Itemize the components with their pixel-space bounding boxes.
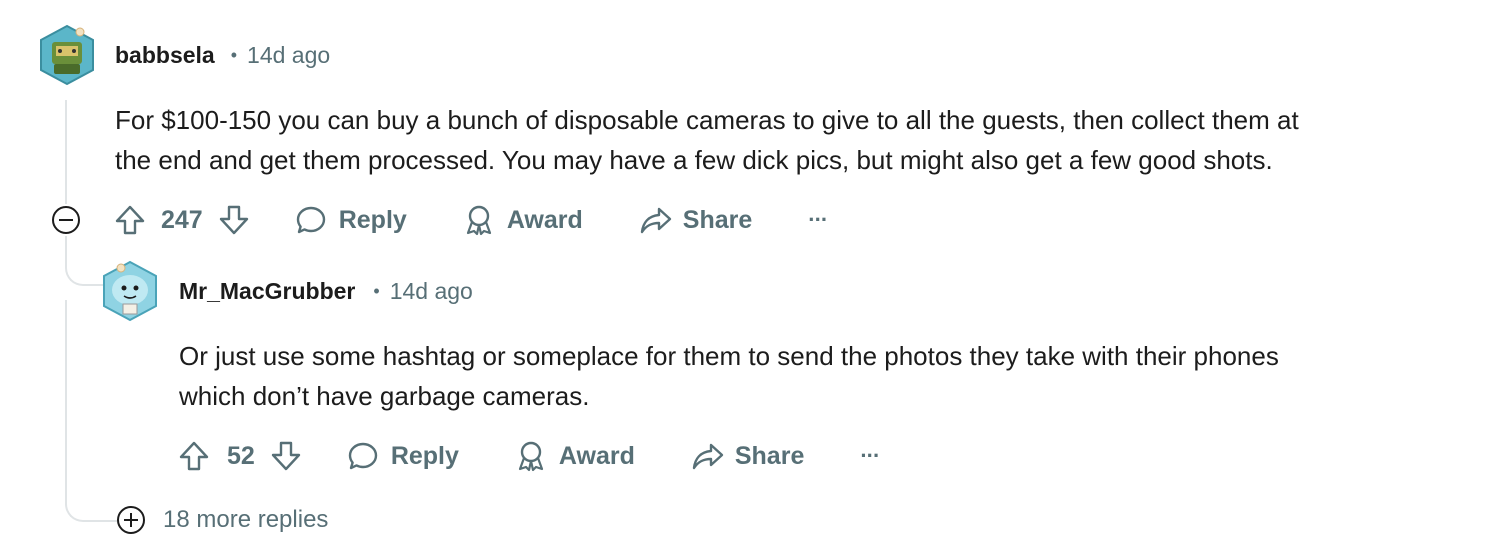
meta-separator: • <box>230 45 238 65</box>
comment-action-bar: 247 Reply Award Share ··· <box>113 198 828 242</box>
comment-body-line: the end and get them processed. You may … <box>115 145 1273 175</box>
comment-timestamp[interactable]: 14d ago <box>390 278 473 305</box>
reply-button[interactable]: Reply <box>347 440 459 472</box>
award-button[interactable]: Award <box>515 439 635 473</box>
thread-line-main <box>65 100 67 204</box>
more-options-button[interactable]: ··· <box>808 207 828 233</box>
downvote-icon <box>219 205 248 235</box>
thread-connector-more <box>65 300 117 522</box>
avatar-babbsela[interactable] <box>38 24 96 86</box>
share-button[interactable]: Share <box>691 440 804 472</box>
chat-bubble-icon <box>348 442 378 470</box>
thread-connector-reply <box>65 254 103 286</box>
reply-label: Reply <box>390 441 459 470</box>
downvote-icon <box>271 441 301 471</box>
downvote-button[interactable] <box>217 203 251 237</box>
award-label: Award <box>558 441 635 470</box>
more-replies-link[interactable]: 18 more replies <box>117 506 328 534</box>
comment-body-line: which don’t have garbage cameras. <box>179 381 590 411</box>
comment-body-line: Or just use some hashtag or someplace fo… <box>179 341 1279 371</box>
share-label: Share <box>682 205 753 234</box>
comment-body: Or just use some hashtag or someplace fo… <box>179 336 1469 416</box>
minus-icon <box>59 219 73 221</box>
reply-button[interactable]: Reply <box>295 204 407 236</box>
plus-icon <box>124 513 138 527</box>
thread-line-main-lower <box>65 236 67 254</box>
avatar-mr-macgrubber[interactable] <box>101 260 159 322</box>
vote-score: 52 <box>227 441 255 470</box>
upvote-icon <box>115 205 145 235</box>
award-button[interactable]: Award <box>463 203 583 237</box>
meta-separator: • <box>373 281 380 301</box>
comment-author[interactable]: babbsela <box>115 42 215 69</box>
more-replies-label[interactable]: 18 more replies <box>163 506 328 534</box>
more-options-button[interactable]: ··· <box>860 443 880 469</box>
upvote-button[interactable] <box>177 439 211 473</box>
reply-label: Reply <box>338 205 407 234</box>
upvote-icon <box>179 441 209 471</box>
downvote-button[interactable] <box>269 439 303 473</box>
expand-replies-button[interactable] <box>117 506 145 534</box>
share-icon <box>692 443 724 470</box>
share-label: Share <box>734 441 805 470</box>
vote-score: 247 <box>161 205 203 234</box>
share-icon <box>640 207 671 234</box>
award-icon <box>466 205 491 236</box>
upvote-button[interactable] <box>113 203 147 237</box>
comment-body-line: For $100-150 you can buy a bunch of disp… <box>115 105 1299 135</box>
collapse-thread-button[interactable] <box>52 206 80 234</box>
comment-body: For $100-150 you can buy a bunch of disp… <box>115 100 1475 180</box>
award-label: Award <box>506 205 583 234</box>
comment-author[interactable]: Mr_MacGrubber <box>179 278 355 305</box>
chat-bubble-icon <box>296 206 325 234</box>
comment-action-bar: 52 Reply Award Share ··· <box>177 434 880 478</box>
comment-timestamp[interactable]: 14d ago <box>247 42 330 69</box>
award-icon <box>518 441 544 472</box>
share-button[interactable]: Share <box>639 204 752 236</box>
